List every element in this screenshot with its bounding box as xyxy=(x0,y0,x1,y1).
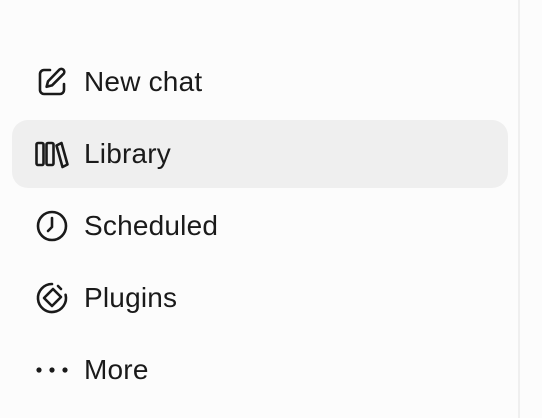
more-button[interactable]: More xyxy=(12,336,508,404)
nav-label-new-chat: New chat xyxy=(84,66,203,97)
scheduled-button[interactable]: Scheduled xyxy=(12,192,508,260)
compose-icon xyxy=(34,64,70,100)
nav-label-more: More xyxy=(84,354,149,385)
nav-label-plugins: Plugins xyxy=(84,282,178,313)
plugins-button[interactable]: Plugins xyxy=(12,264,508,332)
library-icon xyxy=(34,136,70,172)
plugin-icon xyxy=(34,280,70,316)
nav-label-library: Library xyxy=(84,138,171,169)
sidebar-divider xyxy=(518,0,520,418)
more-icon xyxy=(34,352,70,388)
sidebar-nav: New chat Library Scheduled Plugins More xyxy=(0,0,518,418)
new-chat-button[interactable]: New chat xyxy=(12,48,508,116)
nav-label-scheduled: Scheduled xyxy=(84,210,219,241)
library-button[interactable]: Library xyxy=(12,120,508,188)
clock-icon xyxy=(34,208,70,244)
